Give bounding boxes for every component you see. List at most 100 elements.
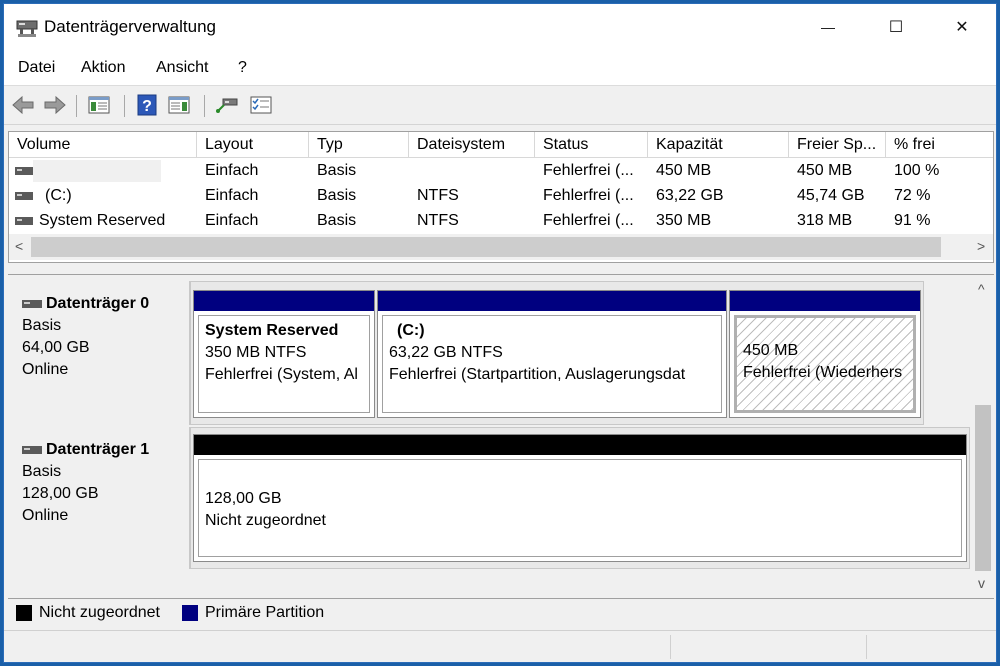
partition-title: (C:) [397, 322, 425, 339]
primary-partition-bar [730, 291, 920, 311]
cell-kapazitaet: 450 MB [656, 162, 712, 179]
pane-splitter[interactable] [4, 266, 996, 274]
horizontal-scroll-thumb[interactable] [31, 237, 941, 257]
window-title: Datenträgerverwaltung [44, 17, 216, 36]
disk-0-type: Basis [22, 317, 62, 334]
horizontal-scrollbar[interactable]: < > [9, 234, 993, 260]
column-header-layout[interactable]: Layout [197, 132, 309, 158]
cell-status: Fehlerfrei (... [543, 212, 634, 229]
disk-management-icon [16, 20, 38, 37]
disk-drive-icon [22, 300, 42, 308]
unallocated-bar [194, 435, 966, 455]
partition-unallocated[interactable]: 128,00 GB Nicht zugeordnet [193, 434, 967, 562]
minimize-icon: — [821, 19, 835, 35]
primary-partition-bar [378, 291, 726, 311]
disk-1-size: 128,00 GB [22, 485, 99, 502]
disk-1-partitions: 128,00 GB Nicht zugeordnet [190, 427, 970, 569]
partition-title: System Reserved [205, 322, 339, 339]
table-row[interactable]: System Reserved Einfach Basis NTFS Fehle… [9, 209, 993, 234]
help-icon: ? [137, 94, 157, 116]
back-button[interactable] [10, 93, 36, 117]
checklist-button[interactable] [248, 93, 274, 117]
cell-freier-speicher: 318 MB [797, 212, 853, 229]
cell-dateisystem: NTFS [417, 212, 459, 229]
status-segment [670, 635, 671, 659]
column-header-freier-speicher[interactable]: Freier Sp... [789, 132, 886, 158]
toolbar-separator [124, 95, 125, 117]
scroll-right-icon[interactable]: > [977, 238, 985, 254]
vertical-scrollbar[interactable]: ^ v [972, 275, 994, 596]
cell-dateisystem: NTFS [417, 187, 459, 204]
cell-status: Fehlerfrei (... [543, 187, 634, 204]
disk-management-window: Datenträgerverwaltung — ☐ ✕ Datei Aktion… [3, 3, 997, 663]
disk-0-name: Datenträger 0 [46, 295, 150, 312]
partition-recovery[interactable]: 450 MB Fehlerfrei (Wiederhers [729, 290, 921, 418]
partition-body: 128,00 GB Nicht zugeordnet [198, 459, 962, 557]
table-row[interactable]: (C:) Einfach Basis NTFS Fehlerfrei (... … [9, 184, 993, 209]
disk-0-partitions: System Reserved 350 MB NTFS Fehlerfrei (… [190, 281, 924, 425]
toolbar-separator [204, 95, 205, 117]
cell-volume: (C:) [45, 187, 72, 204]
column-header-volume[interactable]: Volume [9, 132, 197, 158]
back-icon [12, 95, 34, 115]
volume-drive-icon [15, 192, 33, 200]
partition-body: (C:) 63,22 GB NTFS Fehlerfrei (Startpart… [382, 315, 722, 413]
scroll-down-icon[interactable]: v [978, 575, 985, 591]
status-segment [866, 635, 867, 659]
column-header-prozent-frei[interactable]: % frei [886, 132, 993, 158]
disk-0-size: 64,00 GB [22, 339, 90, 356]
forward-button[interactable] [42, 93, 68, 117]
cell-status: Fehlerfrei (... [543, 162, 634, 179]
partition-status: Fehlerfrei (Startpartition, Auslagerungs… [389, 366, 686, 383]
table-row[interactable]: Einfach Basis Fehlerfrei (... 450 MB 450… [9, 159, 993, 184]
column-header-status[interactable]: Status [535, 132, 648, 158]
legend-swatch-unallocated [16, 605, 32, 621]
column-header-typ[interactable]: Typ [309, 132, 409, 158]
properties-panel-button[interactable] [166, 93, 192, 117]
legend-swatch-primary [182, 605, 198, 621]
cell-dateisystem [409, 159, 535, 184]
disk-0-name-row: Datenträger 0 [22, 293, 189, 315]
close-icon: ✕ [955, 19, 969, 36]
checklist-icon [250, 96, 272, 114]
disk-0-state: Online [22, 361, 69, 378]
column-header-kapazitaet[interactable]: Kapazität [648, 132, 789, 158]
cell-layout: Einfach [205, 187, 259, 204]
partition-c[interactable]: (C:) 63,22 GB NTFS Fehlerfrei (Startpart… [377, 290, 727, 418]
cell-prozent-frei: 72 % [894, 187, 931, 204]
menu-datei[interactable]: Datei [18, 59, 55, 77]
partition-status: Fehlerfrei (Wiederhers [743, 364, 903, 381]
menu-aktion[interactable]: Aktion [81, 59, 125, 77]
maximize-icon: ☐ [888, 19, 904, 36]
menu-ansicht[interactable]: Ansicht [156, 59, 208, 77]
disk-0-label[interactable]: Datenträger 0 Basis 64,00 GB Online [10, 281, 190, 425]
help-button[interactable]: ? [134, 93, 160, 117]
partition-system-reserved[interactable]: System Reserved 350 MB NTFS Fehlerfrei (… [193, 290, 375, 418]
partition-status: Nicht zugeordnet [205, 512, 326, 529]
legend-item-primary: Primäre Partition [182, 604, 324, 622]
console-tree-button[interactable] [86, 93, 112, 117]
connect-button[interactable] [214, 93, 240, 117]
minimize-button[interactable]: — [794, 4, 862, 50]
vertical-scroll-thumb[interactable] [975, 405, 991, 571]
cell-freier-speicher: 450 MB [797, 162, 853, 179]
scroll-up-icon[interactable]: ^ [978, 281, 985, 297]
partition-size: 63,22 GB NTFS [389, 344, 503, 361]
close-button[interactable]: ✕ [928, 4, 996, 50]
partition-size: 450 MB [743, 342, 799, 359]
title-bar[interactable]: Datenträgerverwaltung — ☐ ✕ [4, 4, 996, 50]
legend-item-unallocated: Nicht zugeordnet [16, 604, 160, 622]
scroll-left-icon[interactable]: < [15, 238, 23, 254]
volume-list[interactable]: Volume Layout Typ Dateisystem Status Kap… [8, 131, 994, 263]
cell-volume: System Reserved [39, 212, 166, 229]
legend-label: Primäre Partition [205, 604, 325, 621]
cell-kapazitaet: 350 MB [656, 212, 712, 229]
console-tree-icon [88, 96, 110, 114]
disk-graphical-view: Datenträger 0 Basis 64,00 GB Online Syst… [8, 274, 994, 596]
maximize-button[interactable]: ☐ [862, 4, 930, 50]
cell-typ: Basis [317, 162, 357, 179]
column-header-dateisystem[interactable]: Dateisystem [409, 132, 535, 158]
menu-help[interactable]: ? [238, 59, 247, 77]
partition-body: System Reserved 350 MB NTFS Fehlerfrei (… [198, 315, 370, 413]
disk-1-label[interactable]: Datenträger 1 Basis 128,00 GB Online [10, 427, 190, 569]
